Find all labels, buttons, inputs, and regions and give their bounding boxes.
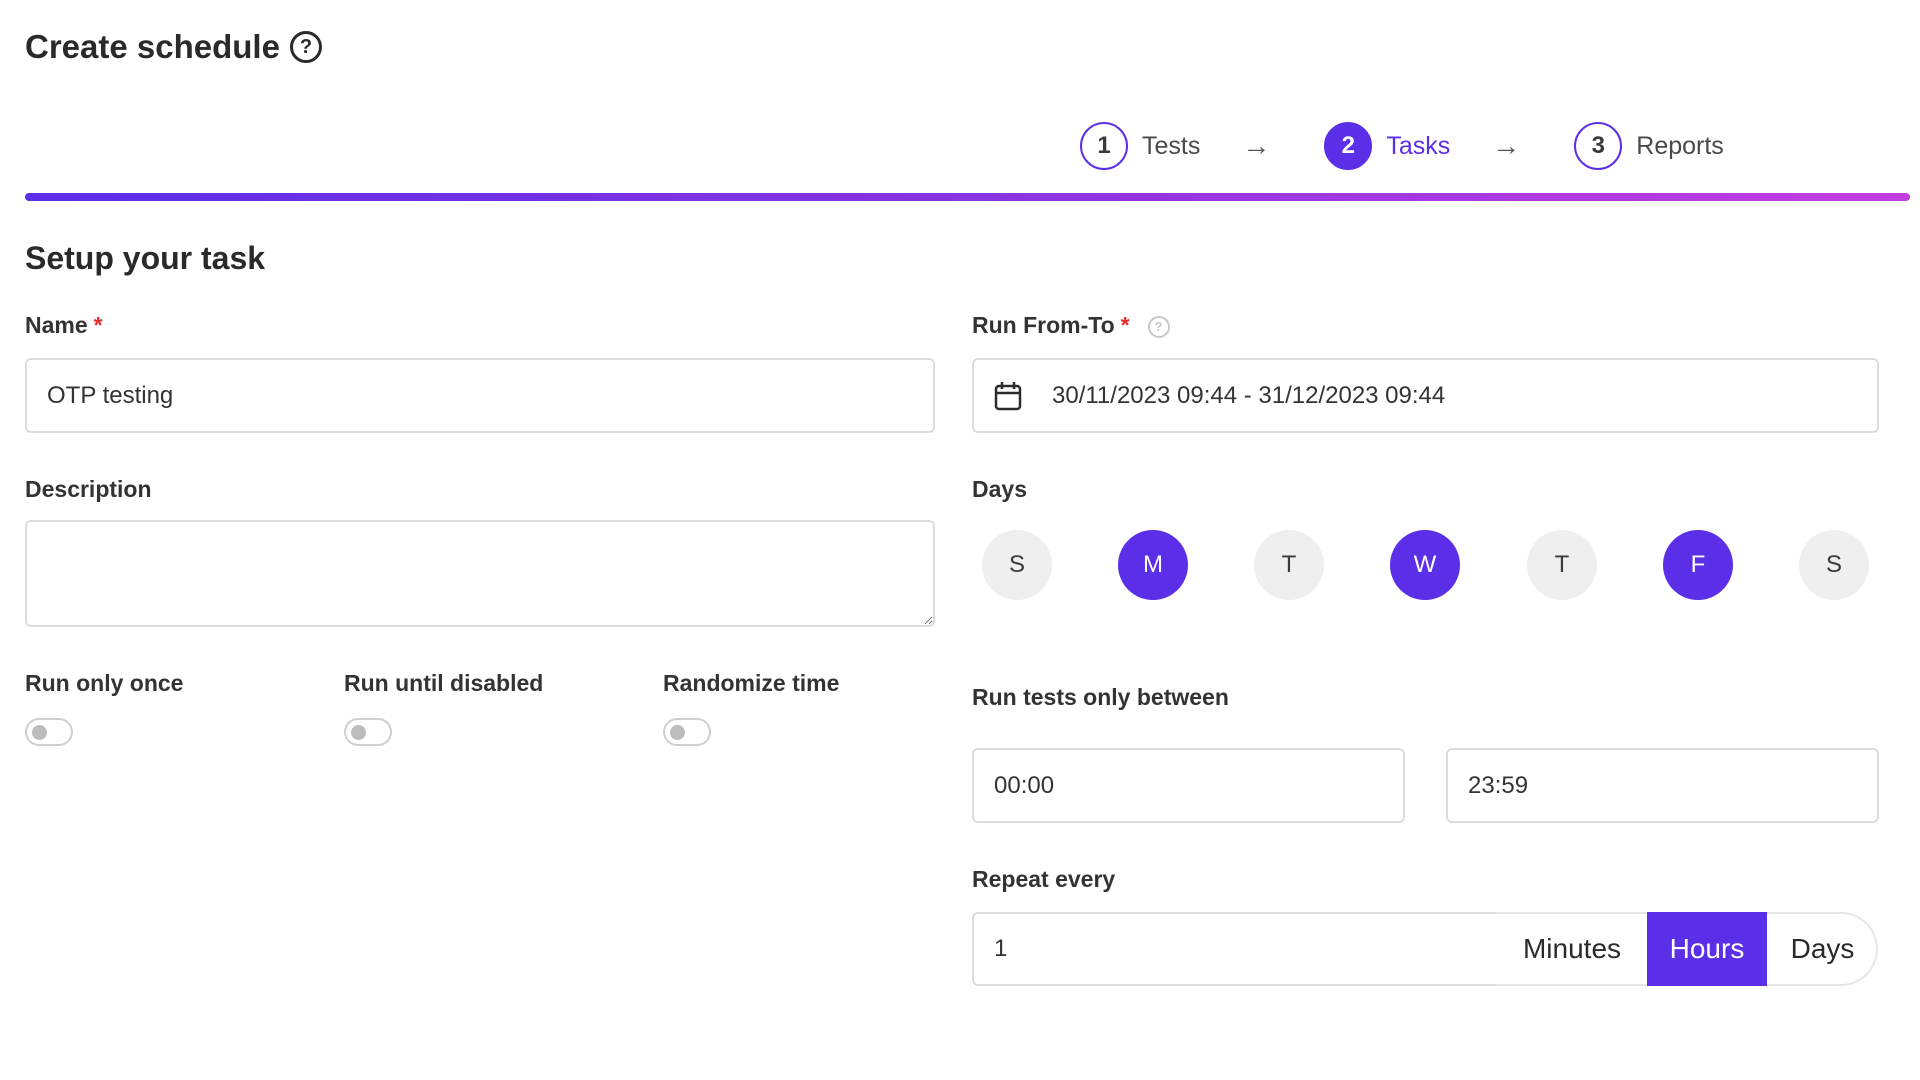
step-number: 3 [1574,122,1623,170]
step-number: 1 [1080,122,1128,170]
run-from-to-label: Run From-To *? [972,312,1170,339]
step-tasks[interactable]: 2 Tasks [1324,122,1450,170]
run-only-once-label: Run only once [25,670,184,696]
description-label: Description [25,476,152,502]
toggle-knob [32,725,47,740]
unit-hours-button[interactable]: Hours [1647,912,1767,986]
stepper: 1 Tests → 2 Tasks → 3 Reports [1080,122,1724,170]
unit-minutes-button[interactable]: Minutes [1497,912,1647,986]
step-label: Tasks [1386,131,1451,160]
help-icon[interactable]: ? [289,31,322,63]
randomize-time-toggle[interactable] [663,718,711,746]
name-label: Name * [25,312,103,339]
name-label-text: Name [25,312,88,338]
run-between-label: Run tests only between [972,684,1229,710]
run-only-once-toggle[interactable] [25,718,73,746]
page-title: Create schedule ? [25,28,322,66]
required-mark: * [1120,312,1130,338]
toggle-knob [351,725,366,740]
day-sunday[interactable]: S [982,530,1052,600]
step-tests[interactable]: 1 Tests [1080,122,1200,170]
name-input[interactable] [25,358,935,433]
day-monday[interactable]: M [1118,530,1188,600]
run-until-disabled-label: Run until disabled [344,670,544,696]
help-icon[interactable]: ? [1147,315,1170,338]
progress-bar [25,193,1910,201]
randomize-time-label: Randomize time [663,670,840,696]
day-tuesday[interactable]: T [1254,530,1324,600]
repeat-value-input[interactable] [972,912,1497,986]
start-time-input[interactable] [972,748,1405,823]
section-title: Setup your task [25,240,266,276]
day-thursday[interactable]: T [1527,530,1597,600]
day-saturday[interactable]: S [1799,530,1869,600]
description-textarea[interactable] [25,520,935,627]
date-range-input[interactable]: 30/11/2023 09:44 - 31/12/2023 09:44 [972,358,1879,433]
date-range-value: 30/11/2023 09:44 - 31/12/2023 09:44 [1052,381,1446,409]
repeat-every-label: Repeat every [972,866,1116,892]
run-until-disabled-toggle[interactable] [344,718,392,746]
step-label: Reports [1636,131,1724,160]
day-wednesday[interactable]: W [1390,530,1460,600]
page-title-text: Create schedule [25,28,280,65]
days-label: Days [972,476,1027,502]
day-friday[interactable]: F [1663,530,1733,600]
step-number: 2 [1324,122,1373,170]
step-reports[interactable]: 3 Reports [1574,122,1724,170]
calendar-icon [994,381,1022,410]
arrow-right-icon: → [1492,130,1521,161]
required-mark: * [93,312,103,338]
arrow-right-icon: → [1242,130,1271,161]
toggle-knob [670,725,685,740]
step-label: Tests [1142,131,1201,160]
run-from-to-label-text: Run From-To [972,312,1115,338]
end-time-input[interactable] [1446,748,1879,823]
unit-days-button[interactable]: Days [1767,912,1878,986]
